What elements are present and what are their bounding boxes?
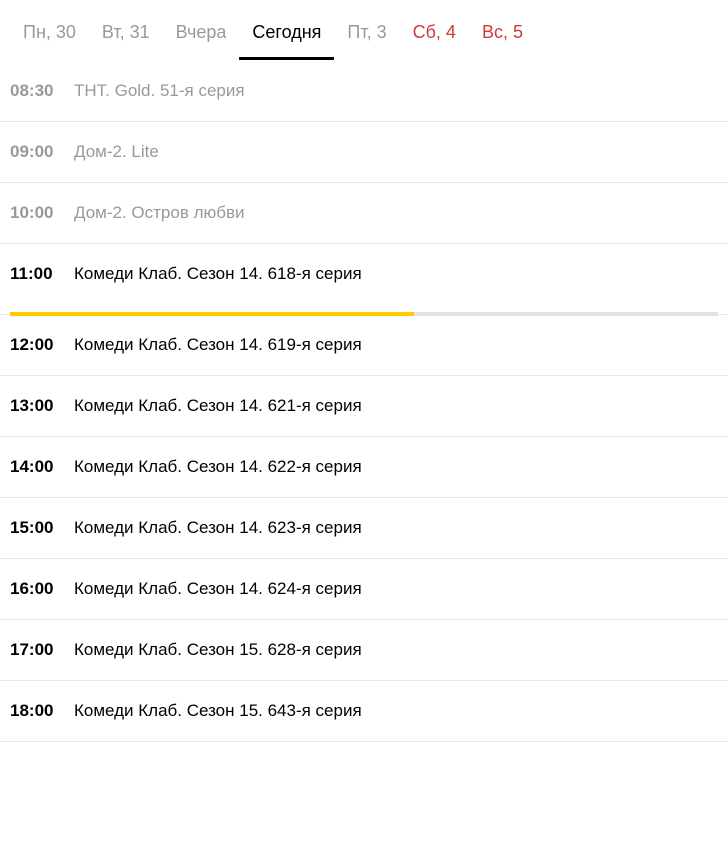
tab-day-4[interactable]: Пт, 3: [334, 16, 399, 60]
schedule-item[interactable]: 17:00Комеди Клаб. Сезон 15. 628-я серия: [0, 620, 728, 681]
schedule-title: Комеди Клаб. Сезон 15. 628-я серия: [66, 640, 362, 660]
schedule-time: 18:00: [10, 701, 66, 721]
schedule-time: 17:00: [10, 640, 66, 660]
schedule-time: 10:00: [10, 203, 66, 223]
schedule-item[interactable]: 16:00Комеди Клаб. Сезон 14. 624-я серия: [0, 559, 728, 620]
tab-day-5[interactable]: Сб, 4: [400, 16, 469, 60]
schedule-item[interactable]: 13:00Комеди Клаб. Сезон 14. 621-я серия: [0, 376, 728, 437]
schedule-time: 09:00: [10, 142, 66, 162]
schedule-title: Комеди Клаб. Сезон 14. 619-я серия: [66, 335, 362, 355]
schedule-item[interactable]: 15:00Комеди Клаб. Сезон 14. 623-я серия: [0, 498, 728, 559]
schedule-item[interactable]: 10:00Дом-2. Остров любви: [0, 183, 728, 244]
schedule-item[interactable]: 12:00Комеди Клаб. Сезон 14. 619-я серия: [0, 315, 728, 376]
schedule-title: Комеди Клаб. Сезон 15. 643-я серия: [66, 701, 362, 721]
schedule-time: 16:00: [10, 579, 66, 599]
tab-day-3[interactable]: Сегодня: [239, 16, 334, 60]
schedule-title: Комеди Клаб. Сезон 14. 622-я серия: [66, 457, 362, 477]
schedule-item[interactable]: 08:30ТНТ. Gold. 51-я серия: [0, 61, 728, 122]
schedule-time: 15:00: [10, 518, 66, 538]
schedule-time: 12:00: [10, 335, 66, 355]
schedule-item[interactable]: 09:00Дом-2. Lite: [0, 122, 728, 183]
schedule-title: Комеди Клаб. Сезон 14. 624-я серия: [66, 579, 362, 599]
schedule-time: 08:30: [10, 81, 66, 101]
schedule-time: 14:00: [10, 457, 66, 477]
date-tabs: Пн, 30Вт, 31ВчераСегодняПт, 3Сб, 4Вс, 5: [0, 0, 728, 61]
schedule-time: 11:00: [10, 264, 66, 284]
tab-day-6[interactable]: Вс, 5: [469, 16, 536, 60]
schedule-title: ТНТ. Gold. 51-я серия: [66, 81, 245, 101]
tab-day-2[interactable]: Вчера: [163, 16, 240, 60]
schedule-title: Комеди Клаб. Сезон 14. 623-я серия: [66, 518, 362, 538]
schedule-list: 08:30ТНТ. Gold. 51-я серия09:00Дом-2. Li…: [0, 61, 728, 742]
schedule-title: Комеди Клаб. Сезон 14. 621-я серия: [66, 396, 362, 416]
schedule-title: Дом-2. Lite: [66, 142, 159, 162]
schedule-time: 13:00: [10, 396, 66, 416]
schedule-title: Дом-2. Остров любви: [66, 203, 245, 223]
schedule-item[interactable]: 18:00Комеди Клаб. Сезон 15. 643-я серия: [0, 681, 728, 742]
schedule-item[interactable]: 14:00Комеди Клаб. Сезон 14. 622-я серия: [0, 437, 728, 498]
tab-day-0[interactable]: Пн, 30: [10, 16, 89, 60]
tab-day-1[interactable]: Вт, 31: [89, 16, 163, 60]
schedule-title: Комеди Клаб. Сезон 14. 618-я серия: [66, 264, 362, 284]
schedule-item[interactable]: 11:00Комеди Клаб. Сезон 14. 618-я серия: [0, 244, 728, 315]
